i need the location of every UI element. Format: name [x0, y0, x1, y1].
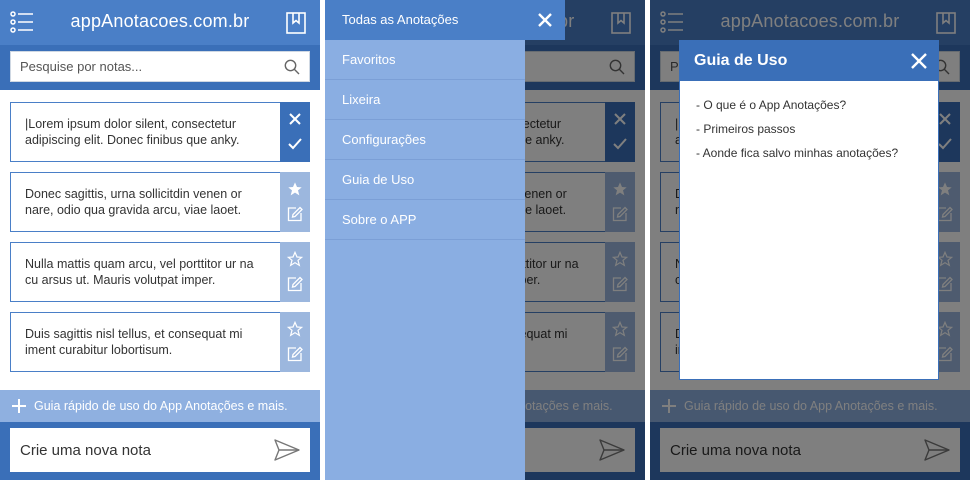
app-header: appAnotacoes.com.br — [0, 0, 320, 45]
screen-guide-modal: appAnotacoes.com.br |Lorem ipsum dolor s… — [650, 0, 970, 480]
note-actions — [280, 242, 310, 302]
edit-icon[interactable] — [287, 206, 303, 222]
note-actions — [280, 172, 310, 232]
note-card[interactable]: Donec sagittis, urna sollicitdin venen o… — [10, 172, 310, 232]
quick-guide-link[interactable]: Guia rápido de uso do App Anotações e ma… — [0, 390, 320, 422]
guide-link[interactable]: - Primeiros passos — [696, 122, 795, 136]
modal-header: Guia de Uso — [680, 41, 938, 81]
note-actions — [280, 312, 310, 372]
note-text: Duis sagittis nisl tellus, et consequat … — [25, 327, 243, 357]
note-text: Donec sagittis, urna sollicitdin venen o… — [25, 187, 242, 217]
drawer-item-label: Favoritos — [342, 52, 396, 67]
drawer-item-favoritos[interactable]: Favoritos — [325, 40, 525, 80]
search-input[interactable] — [20, 52, 270, 81]
note-card[interactable]: Duis sagittis nisl tellus, et consequat … — [10, 312, 310, 372]
plus-icon — [12, 399, 26, 413]
edit-icon[interactable] — [287, 276, 303, 292]
edit-icon[interactable] — [287, 346, 303, 362]
drawer-item-label: Guia de Uso — [342, 172, 415, 187]
new-note-input[interactable] — [20, 428, 260, 472]
close-icon — [538, 13, 552, 27]
menu-icon[interactable] — [10, 11, 34, 33]
star-outline-icon[interactable] — [286, 250, 304, 267]
notes-list: |Lorem ipsum dolor silent, consectetur a… — [0, 90, 320, 390]
close-icon[interactable] — [911, 53, 927, 69]
screen-main: appAnotacoes.com.br |Lorem ipsum dolor s… — [0, 0, 320, 480]
check-icon[interactable] — [287, 136, 303, 152]
star-filled-icon[interactable] — [287, 181, 303, 197]
drawer-item-configuracoes[interactable]: Configurações — [325, 120, 525, 160]
compose-bar — [10, 428, 310, 472]
note-text[interactable]: |Lorem ipsum dolor silent, consectetur a… — [25, 116, 265, 148]
drawer-item-todas[interactable]: Todas as Anotações — [325, 0, 525, 40]
note-text: Nulla mattis quam arcu, vel porttitor ur… — [25, 257, 254, 287]
note-actions — [280, 102, 310, 162]
drawer-item-label: Lixeira — [342, 92, 381, 107]
screen-drawer-open: appAnotacoes.com.br |Lorem ipsum dolor s… — [325, 0, 645, 480]
drawer-item-label: Configurações — [342, 132, 426, 147]
bookmark-icon[interactable] — [286, 12, 306, 34]
modal-title: Guia de Uso — [694, 52, 788, 69]
quick-guide-text: Guia rápido de uso do App Anotações e ma… — [34, 399, 288, 413]
search-icon[interactable] — [284, 59, 300, 75]
drawer-item-label: Sobre o APP — [342, 212, 417, 227]
drawer-item-sobre[interactable]: Sobre o APP — [325, 200, 525, 240]
send-icon[interactable] — [274, 438, 300, 462]
star-outline-icon[interactable] — [286, 320, 304, 337]
note-card[interactable]: Nulla mattis quam arcu, vel porttitor ur… — [10, 242, 310, 302]
drawer-item-guia[interactable]: Guia de Uso — [325, 160, 525, 200]
close-icon[interactable] — [287, 111, 303, 127]
drawer-item-label: Todas as Anotações — [342, 12, 459, 27]
guide-link[interactable]: - O que é o App Anotações? — [696, 98, 846, 112]
app-title: appAnotacoes.com.br — [70, 11, 250, 31]
navigation-drawer: Todas as Anotações Favoritos Lixeira Con… — [325, 0, 525, 480]
note-card[interactable]: |Lorem ipsum dolor silent, consectetur a… — [10, 102, 310, 162]
guide-modal: Guia de Uso - O que é o App Anotações? -… — [679, 40, 939, 380]
drawer-item-lixeira[interactable]: Lixeira — [325, 80, 525, 120]
drawer-close-button[interactable] — [525, 0, 565, 40]
guide-link[interactable]: - Aonde fica salvo minhas anotações? — [696, 146, 898, 160]
search-bar — [10, 51, 310, 82]
